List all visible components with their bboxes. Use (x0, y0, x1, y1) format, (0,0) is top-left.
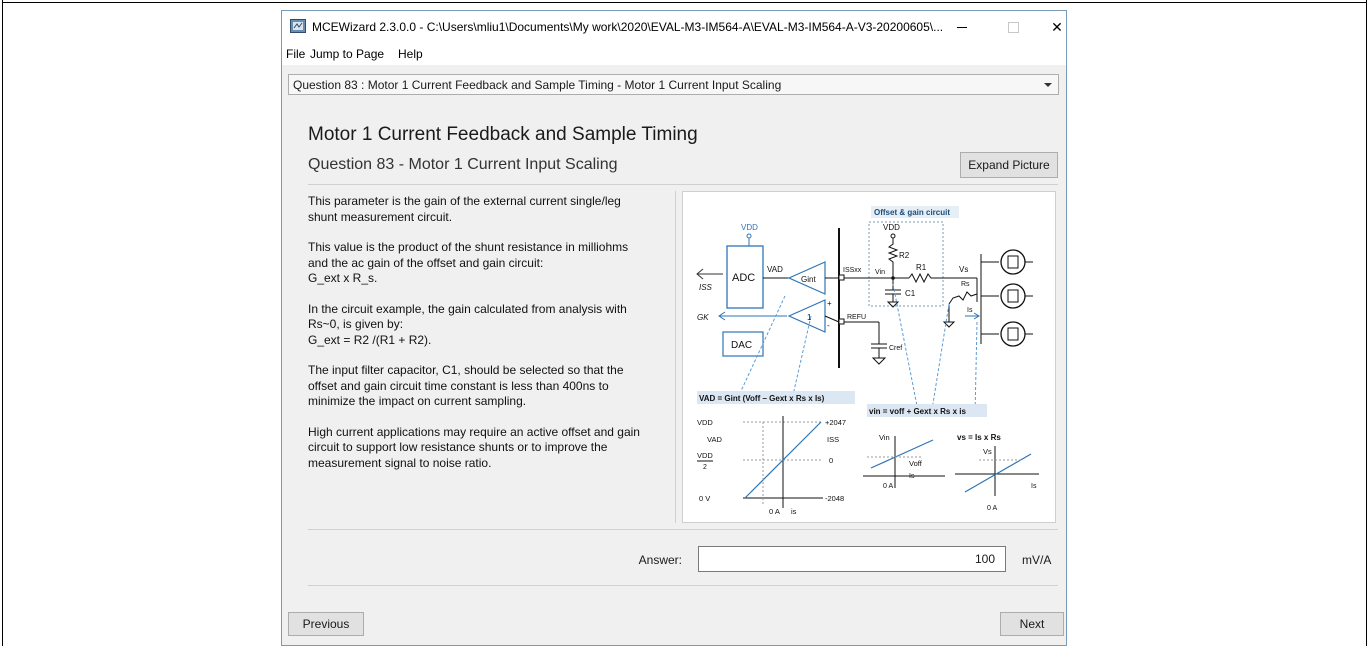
graph1-vdd-label: VDD (697, 418, 713, 427)
mosfet-icon (1000, 249, 1033, 275)
graph1-p2047-label: +2047 (825, 418, 846, 427)
cref-label: Cref (889, 345, 902, 352)
vad-formula: VAD = Gint (Voff – Gext x Rs x Is) (699, 394, 825, 403)
graph3-vs-label: Vs (983, 447, 992, 456)
previous-button[interactable]: Previous (288, 612, 364, 636)
outer-frame-left (2, 0, 3, 646)
answer-input[interactable]: 100 (698, 546, 1006, 572)
graph1-zero-label: 0 (829, 456, 833, 465)
graph1-iss-label: ISS (827, 435, 839, 444)
question-dropdown[interactable]: Question 83 : Motor 1 Current Feedback a… (288, 74, 1059, 95)
close-button[interactable]: ✕ (1042, 17, 1072, 37)
amp1-label: 1 (807, 313, 812, 322)
app-icon (290, 19, 306, 33)
menu-jump-to-page[interactable]: Jump to Page (310, 47, 384, 61)
description: This parameter is the gain of the extern… (308, 194, 688, 486)
mosfet-icon (1000, 321, 1033, 347)
description-paragraph: This value is the product of the shunt r… (308, 240, 629, 285)
graph2-vin-label: Vin (879, 433, 890, 442)
description-paragraph: The input filter capacitor, C1, should b… (308, 363, 624, 408)
iss-arrow-icon (696, 268, 723, 280)
graph3-0a-label: 0 A (987, 505, 997, 512)
mosfet-icon (1000, 283, 1033, 309)
minus-label: - (827, 321, 830, 330)
menu-help[interactable]: Help (398, 47, 423, 61)
graph1-vad-label: VAD (707, 435, 722, 444)
issxx-label: ISSxx (843, 267, 862, 274)
vin-formula: vin = voff + Gext x Rs x is (869, 407, 966, 416)
iss-label: ISS (699, 283, 713, 292)
chevron-down-icon (1044, 83, 1052, 87)
content-separator (675, 191, 676, 523)
expand-picture-button[interactable]: Expand Picture (960, 152, 1058, 178)
app-window: MCEWizard 2.3.0.0 - C:\Users\mliu1\Docum… (281, 10, 1067, 646)
dac-label: DAC (731, 340, 752, 351)
leader-line (974, 321, 978, 417)
graph2-voff-label: Voff (909, 459, 923, 468)
divider (308, 529, 1058, 530)
c1-label: C1 (905, 289, 916, 298)
graph1-m2048-label: -2048 (825, 494, 844, 503)
answer-label: Answer: (638, 553, 682, 567)
rs-label: Rs (961, 281, 970, 288)
gk-arrow-icon (718, 311, 787, 321)
vs-label: Vs (959, 265, 968, 274)
ground-icon (871, 357, 887, 365)
graph1-vdd2-label: VDD (697, 451, 713, 460)
vdd-r2-label: VDD (883, 223, 900, 232)
graph1-0v-label: 0 V (699, 494, 710, 503)
graph1-vdd2-den: 2 (703, 464, 707, 471)
answer-unit: mV/A (1022, 553, 1052, 567)
graph2-transfer-line (870, 439, 934, 469)
title-bar[interactable]: MCEWizard 2.3.0.0 - C:\Users\mliu1\Docum… (282, 11, 1066, 43)
divider (308, 585, 1058, 586)
next-button[interactable]: Next (1000, 612, 1064, 636)
description-paragraph: This parameter is the gain of the extern… (308, 194, 621, 224)
window-title: MCEWizard 2.3.0.0 - C:\Users\mliu1\Docum… (312, 20, 944, 34)
vdd-adc-label: VDD (741, 223, 758, 232)
vin-label: Vin (875, 269, 885, 276)
gk-label: GK (697, 313, 709, 322)
question-dropdown-value: Question 83 : Motor 1 Current Feedback a… (293, 78, 782, 92)
refu-pin (838, 318, 845, 325)
offset-gain-title: Offset & gain circuit (874, 208, 950, 217)
vad-label: VAD (767, 265, 783, 274)
outer-frame-right (1366, 0, 1367, 646)
plus-label: + (827, 299, 832, 308)
divider (308, 184, 1058, 185)
menu-file[interactable]: File (286, 47, 305, 61)
graph3-transfer-line (964, 453, 1032, 493)
description-paragraph: High current applications may require an… (308, 424, 640, 470)
r1-resistor-icon (908, 272, 963, 284)
adc-label: ADC (732, 272, 755, 284)
section-title: Motor 1 Current Feedback and Sample Timi… (308, 124, 698, 145)
r1-label: R1 (916, 263, 927, 272)
description-paragraph: In the circuit example, the gain calcula… (308, 301, 627, 347)
minimize-button[interactable] (947, 17, 977, 37)
circuit-diagram-svg: Offset & gain circuit VDD ADC ISS VAD Gi… (696, 206, 1039, 516)
is-label: Is (967, 307, 973, 314)
graph1-is-label: is (791, 507, 797, 516)
maximize-button[interactable] (998, 17, 1028, 37)
vdd-r2-node (890, 233, 896, 239)
leader-line (790, 315, 812, 405)
circuit-diagram: Offset & gain circuit VDD ADC ISS VAD Gi… (682, 191, 1056, 523)
vs-formula: vs = Is x Rs (957, 433, 1001, 442)
graph2-0a-label: 0 A (883, 483, 893, 490)
graph3-is-label: Is (1031, 483, 1037, 490)
outer-frame-top (2, 2, 1366, 3)
r2-label: R2 (899, 251, 910, 260)
menu-bar: File Jump to Page Help (282, 43, 1066, 65)
r2-resistor-icon (887, 238, 899, 278)
question-title: Question 83 - Motor 1 Current Input Scal… (308, 156, 618, 173)
leader-line (930, 303, 950, 417)
vdd-adc-node (746, 233, 752, 239)
issxx-pin (838, 274, 845, 281)
graph2-is-label: Is (909, 473, 915, 480)
refu-label: REFU (847, 314, 866, 321)
gint-label: Gint (801, 275, 816, 284)
graph1-0a-label: 0 A (769, 507, 780, 516)
